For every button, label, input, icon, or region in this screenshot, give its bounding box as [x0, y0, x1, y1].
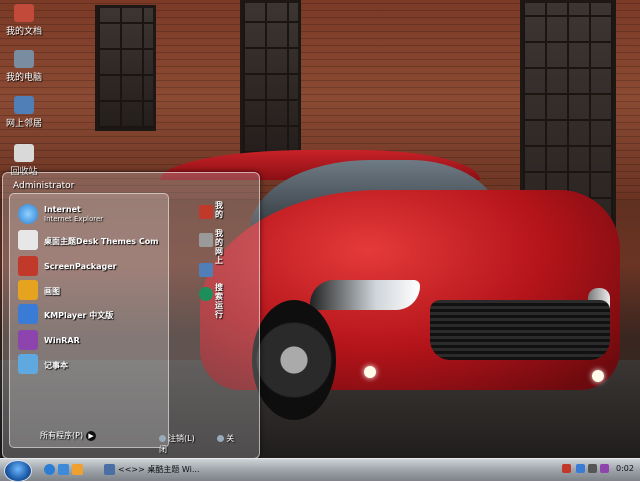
logoff-icon — [159, 435, 166, 442]
screenpackager-icon — [18, 256, 38, 276]
program-desk-themes[interactable]: 桌面主题Desk Themes Com — [16, 228, 166, 254]
desktop-icon-label: 我的文档 — [5, 27, 42, 37]
program-name: ScreenPackager — [44, 262, 117, 271]
taskbar: <<>> 桌酷主题 Wi... 0:02 — [0, 458, 640, 482]
network-icon — [199, 233, 213, 247]
building-window — [240, 0, 301, 156]
volume-icon[interactable] — [588, 464, 597, 473]
documents-folder-icon — [199, 205, 213, 219]
program-kmplayer[interactable]: KMPlayer 中文版 — [16, 302, 166, 328]
desktop-icon-label: 网上邻居 — [5, 119, 42, 129]
recycle-bin-icon — [14, 144, 34, 162]
program-notepad[interactable]: 记事本 — [16, 352, 166, 378]
system-tray: 0:02 — [560, 462, 638, 478]
taskbar-window-button[interactable]: <<>> 桌酷主题 Wi... — [118, 464, 199, 475]
right-item-label: 我的 — [215, 201, 223, 219]
right-item-label: 搜索运行 — [215, 283, 223, 319]
start-menu-username: Administrator — [13, 181, 75, 191]
program-name: KMPlayer 中文版 — [44, 311, 114, 320]
program-internet-explorer[interactable]: Internet Internet Explorer — [16, 202, 166, 228]
desktop-icon-my-computer[interactable]: 我的电脑 — [0, 50, 54, 83]
start-menu-footer: 注销(L) 关闭 — [159, 433, 259, 455]
network-places-icon — [14, 96, 34, 114]
program-name: 桌面主题Desk Themes Com — [44, 237, 159, 246]
all-programs-label: 所有程序(P) — [40, 431, 84, 440]
internet-explorer-icon — [18, 204, 38, 224]
winrar-icon — [18, 330, 38, 350]
start-menu: Administrator Internet Internet Explorer… — [2, 172, 260, 459]
my-computer-icon — [14, 50, 34, 68]
car-fog-light — [592, 370, 604, 382]
car-grille — [430, 300, 610, 360]
car-fog-light — [364, 366, 376, 378]
network-status-icon[interactable] — [576, 464, 585, 473]
paint-icon — [18, 280, 38, 300]
right-item-my-network[interactable]: 我的网上 — [199, 229, 257, 265]
right-item-search-run[interactable]: 搜索运行 — [199, 283, 257, 319]
input-method-icon[interactable] — [600, 464, 609, 473]
right-item-my-documents[interactable]: 我的 — [199, 201, 257, 225]
search-icon — [199, 287, 213, 301]
arrow-right-icon: ▶ — [86, 431, 97, 441]
desktop-icon-label: 我的电脑 — [5, 73, 42, 83]
program-paint[interactable]: 画图 — [16, 278, 166, 304]
program-name: 画图 — [44, 287, 60, 296]
program-name: 记事本 — [44, 361, 68, 370]
help-icon — [199, 263, 213, 277]
tray-arrow-icon[interactable] — [562, 464, 571, 473]
clock[interactable]: 0:02 — [616, 464, 634, 473]
my-documents-icon — [14, 4, 34, 22]
start-button[interactable] — [4, 460, 32, 482]
taskbar-window-icon — [104, 464, 115, 475]
media-player-icon[interactable] — [72, 464, 83, 475]
start-menu-programs-pane: Internet Internet Explorer 桌面主题Desk Them… — [9, 193, 169, 448]
power-icon — [217, 435, 225, 442]
car-headlight — [310, 280, 420, 310]
notepad-icon — [18, 354, 38, 374]
car-wheel — [252, 300, 336, 420]
kmplayer-icon — [18, 304, 38, 324]
program-name: WinRAR — [44, 336, 80, 345]
program-screenpackager[interactable]: ScreenPackager — [16, 254, 166, 280]
logoff-label: 注销(L) — [168, 434, 195, 443]
internet-explorer-icon[interactable] — [44, 464, 55, 475]
building-window — [95, 5, 156, 131]
all-programs-button[interactable]: 所有程序(P) ▶ — [40, 430, 97, 441]
program-name: Internet — [44, 205, 81, 214]
show-desktop-icon[interactable] — [58, 464, 69, 475]
program-winrar[interactable]: WinRAR — [16, 328, 166, 354]
desktop-icon-network-places[interactable]: 网上邻居 — [0, 96, 54, 129]
desktop-icon-my-documents[interactable]: 我的文档 — [0, 4, 54, 37]
right-item-help[interactable] — [199, 259, 257, 283]
logoff-button[interactable]: 注销(L) — [159, 434, 205, 443]
desk-themes-icon — [18, 230, 38, 250]
program-subtitle: Internet Explorer — [44, 215, 104, 223]
